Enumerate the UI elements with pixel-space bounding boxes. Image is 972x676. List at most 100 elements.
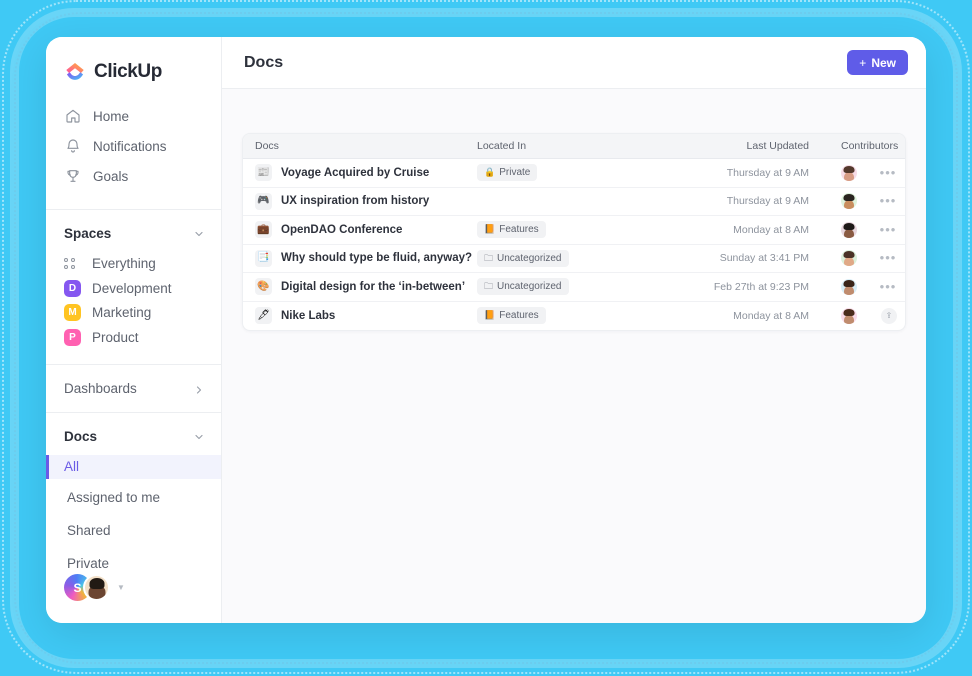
contributor-avatar[interactable] (841, 193, 857, 210)
contributor-avatar[interactable] (841, 278, 857, 295)
sidebar-item-notifications[interactable]: Notifications (46, 131, 221, 161)
trophy-icon (64, 168, 81, 185)
new-button[interactable]: + New (847, 50, 908, 75)
column-header-docs[interactable]: Docs (243, 140, 475, 152)
folder-outline-icon: 🗀 (484, 281, 494, 292)
doc-title[interactable]: Voyage Acquired by Cruise (281, 167, 429, 179)
located-in-label: Features (499, 310, 539, 322)
table-row[interactable]: 📑 Why should type be fluid, anyway? 🗀 Un… (243, 245, 905, 273)
share-avatar-button[interactable]: ⇪ (881, 307, 897, 324)
doc-title[interactable]: Digital design for the ‘in-between’ (281, 281, 465, 293)
contributor-avatar[interactable] (841, 221, 857, 238)
table-row[interactable]: 🎨 Digital design for the ‘in-between’ 🗀 … (243, 273, 905, 302)
user-avatar[interactable] (83, 574, 110, 601)
spaces-section-header[interactable]: Spaces (46, 210, 221, 251)
sidebar-item-development[interactable]: D Development (46, 276, 221, 301)
sidebar-footer: S ▼ (46, 574, 221, 623)
lock-icon: 🔒 (484, 167, 496, 178)
new-button-label: New (871, 55, 896, 70)
doc-title[interactable]: UX inspiration from history (281, 195, 429, 207)
doc-filter-label: All (64, 459, 80, 475)
sidebar-item-label: Home (93, 108, 130, 124)
space-initial-badge: D (64, 279, 81, 297)
briefcase-emoji-icon: 💼 (255, 221, 272, 239)
table-row[interactable]: 🖋 Nike Labs 📙 Features Monday at 8 AM ⇪ (243, 302, 905, 331)
contributor-avatar[interactable] (841, 250, 857, 267)
sidebar-item-marketing[interactable]: M Marketing (46, 301, 221, 326)
table-row[interactable]: 📰 Voyage Acquired by Cruise 🔒 Private Th… (243, 159, 905, 188)
row-actions-button[interactable]: ••• (880, 165, 897, 180)
located-in-tag[interactable]: 📙 Features (477, 307, 546, 325)
main-content: Docs + New Docs Located In Last Updated … (222, 37, 926, 623)
sidebar-item-product[interactable]: P Product (46, 325, 221, 350)
docs-section-header[interactable]: Docs (46, 413, 221, 454)
located-in-tag[interactable]: 🔒 Private (477, 164, 538, 182)
chevron-down-icon[interactable] (193, 227, 205, 239)
clickup-logo-icon (64, 61, 86, 83)
last-updated: Thursday at 9 AM (726, 195, 809, 208)
videogame-emoji-icon: 🎮 (255, 192, 272, 210)
last-updated: Monday at 8 AM (733, 223, 809, 236)
last-updated: Sunday at 3:41 PM (719, 252, 809, 265)
doc-filter-label: Private (67, 555, 110, 571)
contributor-avatar[interactable] (841, 164, 857, 181)
chevron-down-icon[interactable] (193, 430, 205, 442)
column-header-last-updated[interactable]: Last Updated (689, 140, 809, 152)
docs-table: Docs Located In Last Updated Contributor… (242, 133, 906, 331)
space-initial-badge: M (64, 304, 81, 322)
table-row[interactable]: 💼 OpenDAO Conference 📙 Features Monday a… (243, 216, 905, 245)
sidebar-item-goals[interactable]: Goals (46, 161, 221, 191)
newspaper-emoji-icon: 📰 (255, 164, 272, 182)
sidebar-item-home[interactable]: Home (46, 101, 221, 131)
sidebar-item-everything[interactable]: Everything (46, 251, 221, 276)
last-updated: Monday at 8 AM (733, 309, 809, 322)
artist-palette-emoji-icon: 🎨 (255, 278, 272, 296)
space-label: Everything (92, 255, 156, 271)
dashboards-title: Dashboards (64, 381, 137, 397)
row-actions-button[interactable]: ••• (880, 222, 897, 237)
contributor-avatar[interactable] (841, 307, 857, 324)
sidebar-item-docs-shared[interactable]: Shared (46, 520, 221, 542)
folder-outline-icon: 🗀 (484, 252, 494, 263)
sidebar-item-docs-all[interactable]: All (46, 454, 221, 479)
topbar: Docs + New (222, 37, 926, 89)
docs-content-area: Docs Located In Last Updated Contributor… (222, 89, 926, 623)
app-window: ClickUp Home Notifications Goals Spaces … (46, 37, 926, 623)
table-row[interactable]: 🎮 UX inspiration from history Thursday a… (243, 188, 905, 216)
doc-filter-label: Shared (67, 522, 111, 538)
column-header-located-in[interactable]: Located In (475, 140, 689, 152)
pen-emoji-icon: 🖋 (255, 307, 272, 325)
located-in-label: Private (499, 167, 531, 179)
chevron-right-icon[interactable] (193, 383, 205, 395)
folder-filled-icon: 📙 (484, 224, 496, 235)
sidebar-item-dashboards[interactable]: Dashboards (46, 365, 221, 406)
sidebar-item-docs-private[interactable]: Private (46, 552, 221, 574)
row-actions-button[interactable]: ••• (880, 193, 897, 208)
column-header-contributors[interactable]: Contributors (809, 140, 898, 152)
located-in-tag[interactable]: 📙 Features (477, 221, 546, 239)
page-layout-emoji-icon: 📑 (255, 249, 272, 267)
space-label: Product (92, 330, 139, 346)
primary-nav: Home Notifications Goals (46, 101, 221, 201)
docs-title: Docs (64, 428, 98, 444)
sidebar-item-label: Notifications (93, 138, 167, 154)
plus-icon: + (859, 55, 867, 70)
row-actions-button[interactable]: ••• (880, 279, 897, 294)
sidebar: ClickUp Home Notifications Goals Spaces … (46, 37, 222, 623)
doc-title[interactable]: OpenDAO Conference (281, 224, 402, 236)
located-in-label: Uncategorized (497, 252, 562, 264)
sidebar-item-docs-assigned[interactable]: Assigned to me (46, 487, 221, 509)
brand-name: ClickUp (94, 61, 162, 82)
brand-logo[interactable]: ClickUp (46, 37, 221, 101)
doc-title[interactable]: Why should type be fluid, anyway? (281, 252, 472, 264)
space-initial-badge: P (64, 329, 81, 347)
bell-icon (64, 138, 81, 155)
located-in-label: Features (499, 224, 539, 236)
located-in-tag[interactable]: 🗀 Uncategorized (477, 278, 569, 296)
located-in-tag[interactable]: 🗀 Uncategorized (477, 249, 569, 267)
row-actions-button[interactable]: ••• (880, 250, 897, 265)
located-in-label: Uncategorized (497, 281, 562, 293)
chevron-down-icon[interactable]: ▼ (117, 583, 125, 592)
last-updated: Feb 27th at 9:23 PM (713, 280, 809, 293)
doc-title[interactable]: Nike Labs (281, 310, 335, 322)
